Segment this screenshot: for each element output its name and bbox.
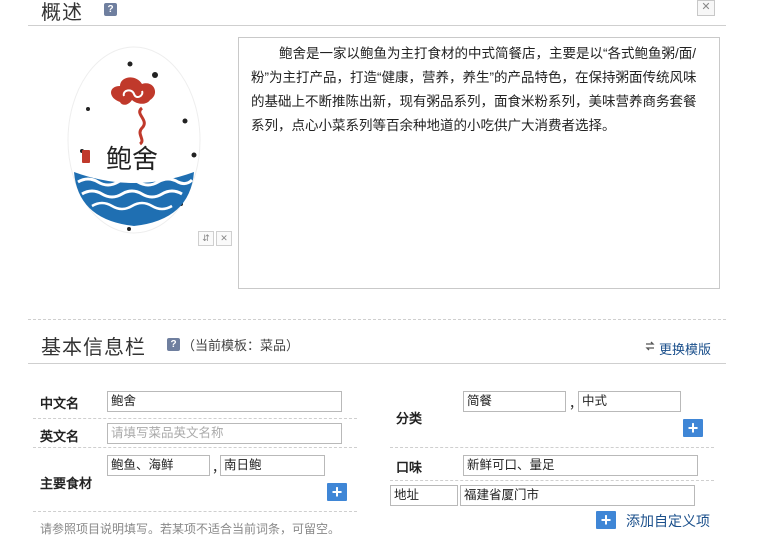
address-input[interactable]: 福建省厦门市 [460,485,695,506]
overview-title: 概述 [41,2,83,24]
basic-info-divider [28,363,726,364]
category-input-1[interactable]: 简餐 [463,391,566,412]
restaurant-logo-image: 鲍舍 [62,44,212,244]
row-divider [33,511,357,512]
address-label-input[interactable]: 地址 [390,485,458,506]
main-ingredients-label: 主要食材 [40,476,93,491]
summary-textarea[interactable]: 鲍舍是一家以鲍鱼为主打食材的中式简餐店，主要是以“各式鲍鱼粥/面/粉”为主打产品… [238,37,720,289]
add-category-button[interactable]: + [683,419,703,437]
change-template-link[interactable]: 更换模版 [659,339,711,358]
overview-divider [28,25,726,26]
chinese-name-input[interactable]: 鲍舍 [107,391,342,412]
main-ingredients-input-2[interactable]: 南日鲍 [220,455,325,476]
image-remove-button[interactable]: ✕ [216,231,232,246]
row-divider [33,447,357,448]
row-divider [33,418,357,419]
english-name-input[interactable]: 请填写菜品英文名称 [107,423,342,444]
taste-label: 口味 [396,460,423,475]
section-separator [28,319,726,320]
basic-info-title: 基本信息栏 [41,337,146,359]
image-swap-button[interactable]: ⇵ [198,231,214,246]
logo-graphic: 鲍舍 [67,46,201,234]
add-ingredient-button[interactable]: + [327,483,347,501]
overview-close-button[interactable]: ✕ [697,0,715,16]
main-ingredients-input-1[interactable]: 鲍鱼、海鲜 [107,455,210,476]
english-name-label: 英文名 [40,429,80,444]
basic-info-help-icon[interactable]: ? [167,338,180,351]
fill-hint-text: 请参照项目说明填写。若某项不适合当前词条，可留空。 [40,522,341,536]
category-label: 分类 [396,411,423,426]
taste-input[interactable]: 新鲜可口、量足 [463,455,698,476]
category-input-2[interactable]: 中式 [578,391,681,412]
overview-help-icon[interactable]: ? [104,3,117,16]
template-note: （当前模板：菜品） [182,338,300,353]
swap-template-icon[interactable] [644,340,656,352]
svg-text:鲍舍: 鲍舍 [106,145,158,175]
add-custom-item-button[interactable]: + [596,511,616,529]
row-divider [390,447,714,448]
add-custom-item-link[interactable]: 添加自定义项 [626,511,710,531]
row-divider [390,480,714,481]
chinese-name-label: 中文名 [40,396,80,411]
